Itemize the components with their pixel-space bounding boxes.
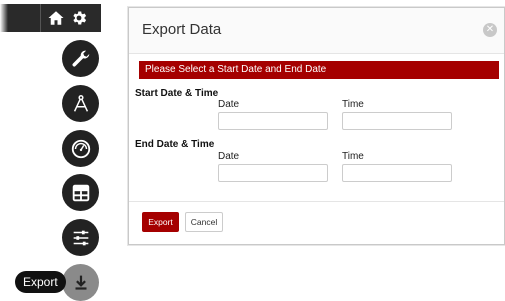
rail-button-export[interactable]	[62, 264, 99, 301]
layout-icon	[72, 184, 89, 201]
rail-button-draw[interactable]	[62, 85, 99, 122]
export-data-dialog: Export Data ✕ Please Select a Start Date…	[128, 7, 505, 245]
rail-button-settings[interactable]	[62, 219, 99, 256]
compass-icon	[73, 94, 88, 112]
start-date-field[interactable]	[218, 112, 328, 130]
close-icon[interactable]: ✕	[483, 23, 497, 37]
wrench-icon	[72, 50, 89, 66]
top-toolbar	[0, 4, 101, 32]
validation-alert: Please Select a Start Date and End Date	[139, 61, 499, 79]
start-section-label: Start Date & Time	[135, 88, 219, 99]
home-icon[interactable]	[47, 9, 65, 27]
export-button[interactable]: Export	[142, 212, 179, 232]
download-icon	[75, 275, 86, 290]
rail-button-layout[interactable]	[62, 174, 99, 211]
export-tooltip: Export	[15, 271, 66, 293]
end-time-field[interactable]	[342, 164, 452, 182]
cancel-button[interactable]: Cancel	[185, 212, 223, 232]
gauge-icon	[71, 139, 90, 158]
start-time-field[interactable]	[342, 112, 452, 130]
start-time-label: Time	[342, 99, 364, 110]
end-date-label: Date	[218, 151, 240, 162]
end-section-label: End Date & Time	[135, 139, 215, 150]
toolbar-divider	[40, 4, 41, 32]
start-date-label: Date	[218, 99, 240, 110]
dialog-header: Export Data ✕	[129, 8, 504, 54]
rail-button-dashboard[interactable]	[62, 130, 99, 167]
rail-button-tools[interactable]	[62, 40, 99, 77]
footer-divider	[129, 201, 504, 202]
gear-icon[interactable]	[70, 9, 88, 27]
sliders-icon	[73, 230, 88, 245]
end-time-label: Time	[342, 151, 364, 162]
end-date-field[interactable]	[218, 164, 328, 182]
dialog-title: Export Data	[142, 21, 222, 38]
